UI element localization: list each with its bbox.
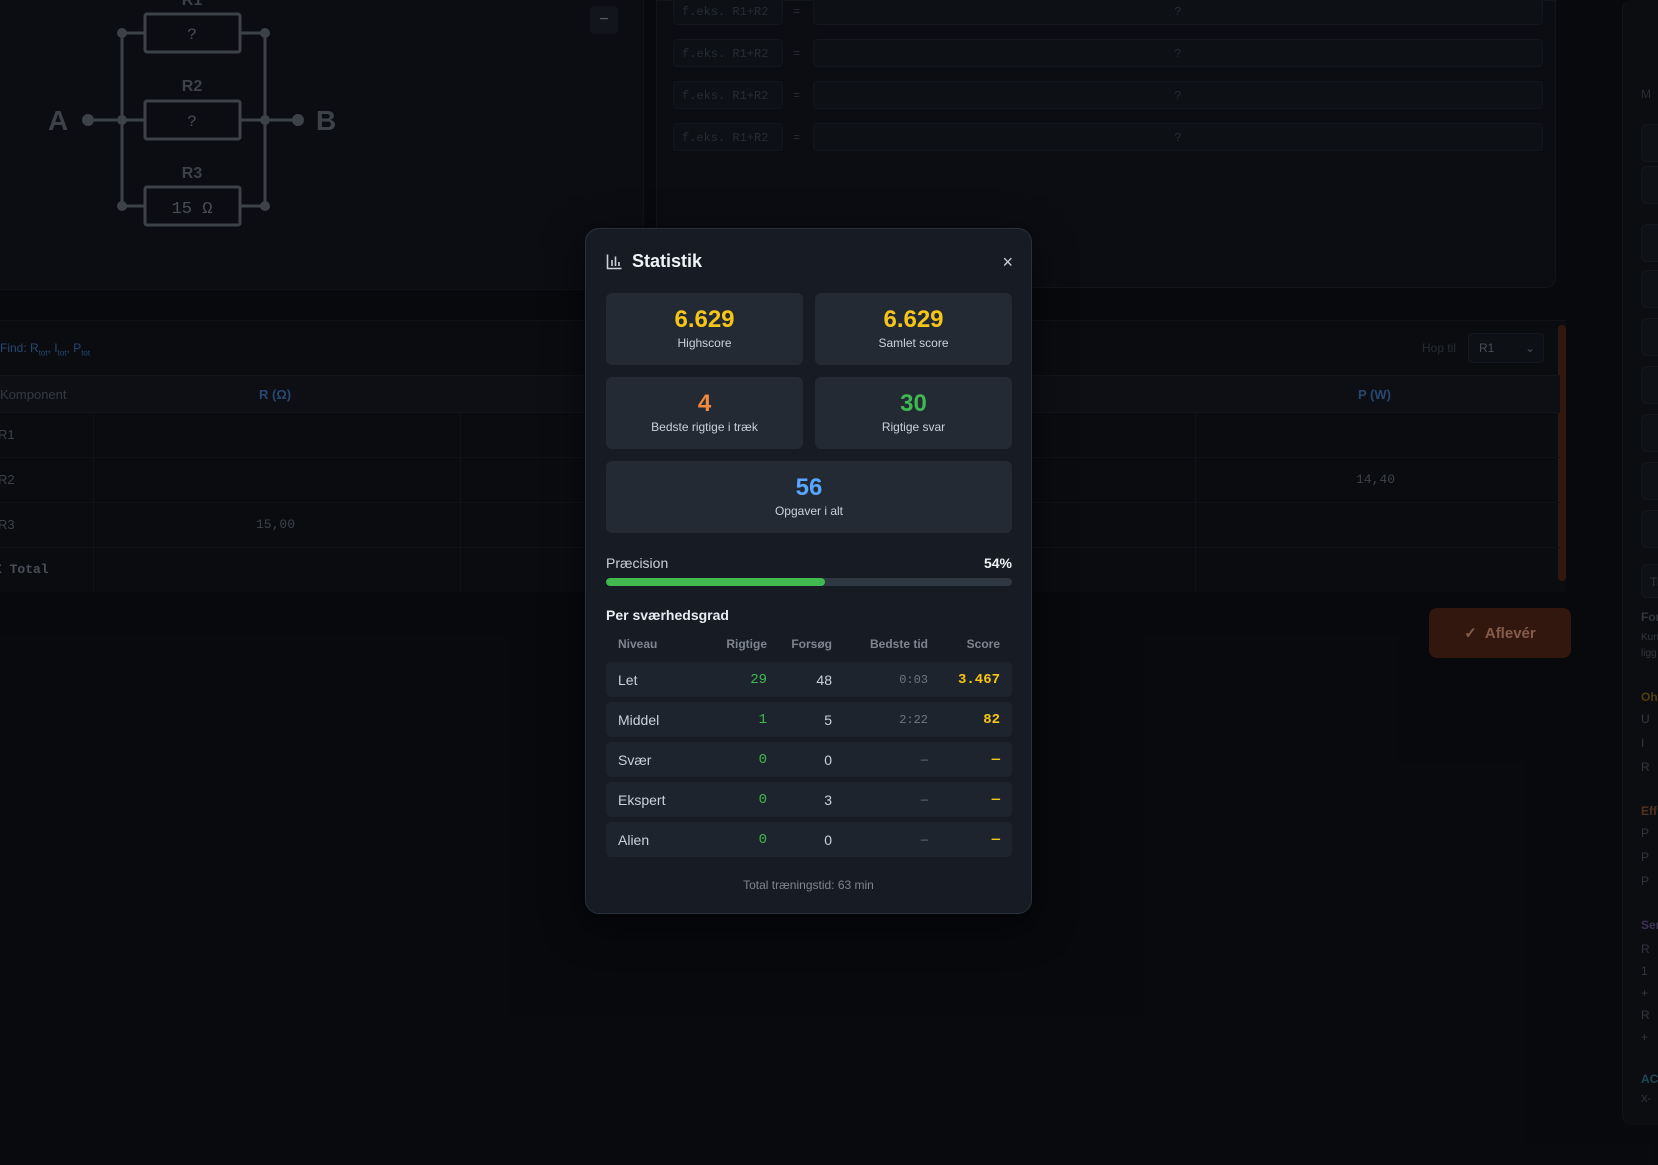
correct-answers-card: 30 Rigtige svar: [815, 377, 1012, 449]
precision-value: 54%: [983, 555, 1012, 571]
column-header-best-time: Bedste tid: [869, 637, 928, 651]
level-score: 82: [983, 712, 1000, 728]
statistics-modal: Statistik × 6.629 Highscore 6.629 Samlet…: [585, 228, 1032, 914]
precision-bar: [606, 578, 1012, 586]
best-streak-card: 4 Bedste rigtige i træk: [606, 377, 803, 449]
level-name: Svær: [618, 752, 652, 768]
bar-chart-icon: [606, 254, 622, 270]
level-score: 3.467: [957, 672, 1000, 688]
stat-value: 4: [697, 390, 712, 417]
level-attempts: 0: [824, 752, 832, 768]
column-header-attempts: Forsøg: [791, 637, 832, 651]
level-name: Middel: [618, 712, 660, 728]
stat-value: 30: [900, 390, 927, 417]
stat-label: Samlet score: [878, 336, 949, 350]
level-best-time: —: [920, 753, 928, 767]
level-correct: 0: [758, 752, 767, 768]
difficulty-row: Svær 0 0 — —: [606, 742, 1012, 777]
level-best-time: —: [920, 793, 928, 807]
modal-title: Statistik: [632, 251, 703, 271]
difficulty-row: Alien 0 0 — —: [606, 822, 1012, 857]
level-name: Let: [618, 672, 638, 688]
level-attempts: 0: [824, 832, 832, 848]
difficulty-table-header: Niveau Rigtige Forsøg Bedste tid Score: [606, 637, 1012, 657]
level-score: —: [991, 832, 1000, 848]
level-name: Alien: [618, 832, 650, 848]
level-score: —: [991, 792, 1000, 808]
level-score: —: [991, 752, 1000, 768]
level-correct: 0: [758, 832, 767, 848]
precision-label: Præcision: [606, 555, 669, 571]
level-best-time: 2:22: [899, 713, 928, 727]
total-tasks-card: 56 Opgaver i alt: [606, 461, 1012, 533]
level-correct: 29: [750, 672, 767, 688]
level-best-time: —: [920, 833, 928, 847]
precision-bar-fill: [606, 578, 826, 586]
close-icon[interactable]: ×: [1002, 253, 1013, 271]
level-attempts: 5: [824, 712, 832, 728]
stat-label: Bedste rigtige i træk: [651, 420, 758, 434]
stat-label: Highscore: [677, 336, 732, 350]
total-score-card: 6.629 Samlet score: [815, 293, 1012, 365]
stat-label: Rigtige svar: [881, 420, 946, 434]
stat-value: 6.629: [674, 306, 735, 333]
level-correct: 1: [758, 712, 767, 728]
level-correct: 0: [758, 792, 767, 808]
total-training-time: Total træningstid: 63 min: [743, 878, 874, 892]
stat-value: 56: [795, 474, 823, 501]
level-best-time: 0:03: [899, 673, 928, 687]
column-header-score: Score: [966, 637, 1000, 651]
difficulty-row: Ekspert 0 3 — —: [606, 782, 1012, 817]
level-name: Ekspert: [618, 792, 666, 808]
highscore-card: 6.629 Highscore: [606, 293, 803, 365]
modal-header: Statistik: [606, 251, 702, 272]
section-title: Per sværhedsgrad: [606, 607, 729, 623]
column-header-level: Niveau: [618, 637, 658, 651]
column-header-correct: Rigtige: [726, 637, 767, 651]
stat-label: Opgaver i alt: [774, 504, 844, 518]
difficulty-row: Middel 1 5 2:22 82: [606, 702, 1012, 737]
level-attempts: 48: [816, 672, 832, 688]
level-attempts: 3: [824, 792, 832, 808]
difficulty-row: Let 29 48 0:03 3.467: [606, 662, 1012, 697]
stat-value: 6.629: [883, 306, 944, 333]
